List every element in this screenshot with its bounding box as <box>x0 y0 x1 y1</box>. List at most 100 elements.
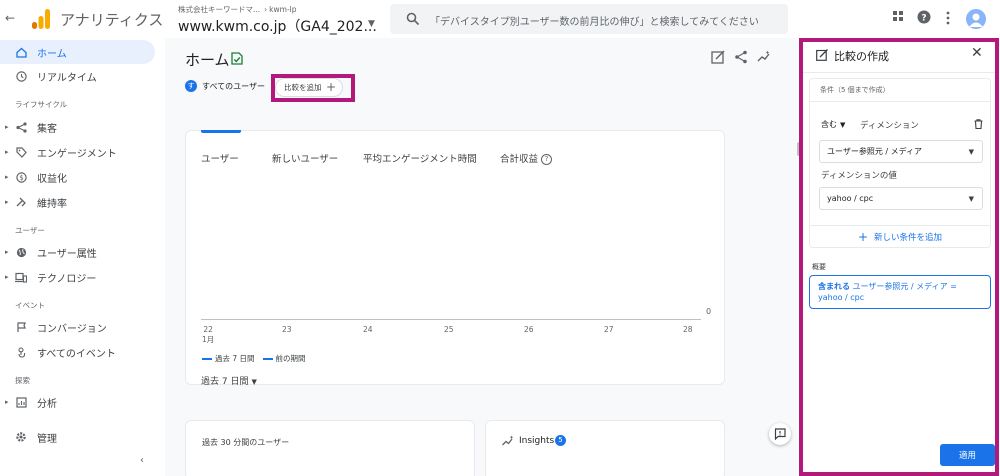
globe-icon <box>15 246 27 258</box>
trash-icon[interactable] <box>974 119 983 129</box>
metric-tab-revenue[interactable]: 合計収益? <box>500 151 553 165</box>
close-icon[interactable]: ✕ <box>971 45 983 61</box>
analysis-icon <box>15 396 27 408</box>
account-name: 株式会社キーワードマ... <box>178 5 261 14</box>
more-vert-icon[interactable] <box>945 11 951 25</box>
search-placeholder: 「デバイスタイプ別ユーザー数の前月比の伸び」と検索してみてください <box>430 17 759 28</box>
sidebar: ホーム リアルタイム ライフサイクル ▸ 集客 ▸ エンゲージメント ▸ $ 収… <box>0 38 165 476</box>
x-tick-23: 23 <box>282 325 292 334</box>
sidebar-item-demographics[interactable]: ▸ ユーザー属性 <box>0 240 155 264</box>
chart-baseline <box>201 319 701 320</box>
sidebar-item-acquisition[interactable]: ▸ 集客 <box>0 115 155 139</box>
help-icon[interactable]: ? <box>917 10 931 24</box>
collapse-sidebar-icon[interactable]: ‹ <box>140 455 144 466</box>
analytics-logo-icon <box>32 9 50 29</box>
main-content: ホーム す すべてのユーザー 比較を追加 + ユーザー 新しいユーザー 平均エン… <box>165 38 801 476</box>
overview-chart-card: ユーザー 新しいユーザー 平均エンゲージメント時間 合計収益? 0 22 1月 2… <box>185 130 725 387</box>
search-bar[interactable]: 「デバイスタイプ別ユーザー数の前月比の伸び」と検索してみてください <box>390 4 788 34</box>
property-selector[interactable]: www.kwm.co.jp（GA4_202... <box>178 16 377 36</box>
chevron-right-icon[interactable]: ▸ <box>5 398 9 406</box>
caret-down-icon: ▼ <box>968 195 974 203</box>
user-badge: す <box>185 80 197 92</box>
tag-icon <box>15 146 27 158</box>
top-bar: ← アナリティクス 株式会社キーワードマ... › kwm-lp www.kwm.c… <box>0 0 1000 38</box>
chevron-right-icon[interactable]: ▸ <box>5 248 9 256</box>
metric-tab-new-users[interactable]: 新しいユーザー <box>272 151 338 165</box>
sidebar-item-technology[interactable]: ▸ テクノロジー <box>0 265 155 289</box>
account-sub: kwm-lp <box>269 5 297 14</box>
home-icon <box>15 46 27 58</box>
add-condition-label: 新しい条件を追加 <box>874 233 943 243</box>
customize-report-icon[interactable] <box>711 50 725 64</box>
sidebar-section-lifecycle: ライフサイクル <box>15 100 68 109</box>
x-tick-24: 24 <box>363 325 373 334</box>
gear-icon <box>15 431 27 443</box>
sidebar-item-label: リアルタイム <box>37 72 97 84</box>
apps-grid-icon[interactable] <box>892 10 904 22</box>
touch-icon <box>15 346 27 358</box>
legend-current-label: 過去 7 日間 <box>215 354 255 363</box>
sidebar-item-label: コンバージョン <box>37 323 107 335</box>
chevron-down-icon[interactable]: ▼ <box>368 19 375 29</box>
caret-down-icon: ▼ <box>840 121 846 129</box>
sidebar-item-monetization[interactable]: ▸ $ 収益化 <box>0 165 155 189</box>
dimension-select[interactable]: ユーザー参照元 / メディア ▼ <box>819 140 983 163</box>
share-icon[interactable] <box>734 50 748 64</box>
create-comparison-panel: 比較の作成 ✕ 条件（5 個まで作成） 含む ▼ ディメンション ユーザー参照元 … <box>803 42 995 472</box>
chevron-right-icon[interactable]: ▸ <box>5 198 9 206</box>
help-icon[interactable]: ? <box>541 154 553 165</box>
chevron-right-icon[interactable]: ▸ <box>5 173 9 181</box>
sidebar-item-realtime[interactable]: リアルタイム <box>0 64 155 88</box>
chevron-right-icon[interactable]: ▸ <box>5 148 9 156</box>
apply-button[interactable]: 適用 <box>940 444 995 466</box>
back-arrow-icon[interactable]: ← <box>5 11 15 25</box>
page-title: ホーム <box>185 51 230 69</box>
avatar[interactable] <box>966 9 986 29</box>
add-comparison-button[interactable]: 比較を追加 + <box>275 78 343 97</box>
sidebar-item-analysis[interactable]: ▸ 分析 <box>0 390 155 414</box>
sidebar-item-admin[interactable]: 管理 <box>0 425 155 449</box>
sidebar-item-label: エンゲージメント <box>37 148 117 160</box>
divider <box>810 101 990 102</box>
sidebar-item-conversions[interactable]: コンバージョン <box>0 315 155 339</box>
insights-card: Insights 5 <box>485 420 725 476</box>
panel-divider <box>803 72 995 73</box>
active-tab-indicator <box>201 130 241 133</box>
add-comparison-label: 比較を追加 <box>284 83 322 92</box>
insights-sparkle-icon[interactable] <box>757 50 771 64</box>
x-tick-25: 25 <box>444 325 454 334</box>
apply-label: 適用 <box>958 451 976 461</box>
add-condition-button[interactable]: + 新しい条件を追加 <box>809 226 991 248</box>
sidebar-item-retention[interactable]: ▸ 維持率 <box>0 190 155 214</box>
x-tick-label: 22 <box>203 325 213 334</box>
sidebar-item-home[interactable]: ホーム <box>0 40 155 64</box>
include-exclude-select[interactable]: 含む ▼ <box>821 119 845 130</box>
account-breadcrumb[interactable]: 株式会社キーワードマ... › kwm-lp <box>178 4 297 15</box>
dimension-value-select[interactable]: yahoo / cpc ▼ <box>819 187 983 210</box>
chevron-right-icon[interactable]: ▸ <box>5 123 9 131</box>
app-root: ← アナリティクス 株式会社キーワードマ... › kwm-lp www.kwm.c… <box>0 0 1000 476</box>
chip-label: すべてのユーザー <box>202 81 265 91</box>
sidebar-item-all-events[interactable]: すべてのイベント <box>0 340 155 364</box>
feedback-icon <box>774 428 786 440</box>
legend-swatch-previous <box>262 357 273 360</box>
metric-tab-label: 合計収益 <box>500 154 539 165</box>
include-label: 含む <box>821 120 837 129</box>
app-title: アナリティクス <box>60 11 164 29</box>
metric-tab-users[interactable]: ユーザー <box>201 151 239 165</box>
search-icon <box>406 12 420 26</box>
sidebar-item-engagement[interactable]: ▸ エンゲージメント <box>0 140 155 164</box>
sidebar-item-label: 集客 <box>37 123 57 135</box>
sidebar-item-label: 維持率 <box>37 198 67 210</box>
feedback-button[interactable] <box>769 423 791 445</box>
clock-icon <box>15 70 27 82</box>
realtime-card-label: 過去 30 分間のユーザー <box>202 438 290 447</box>
comparison-chip-all-users[interactable]: す すべてのユーザー <box>185 80 265 92</box>
summary-keyword: 含まれる <box>818 282 850 291</box>
insights-count-badge: 5 <box>555 435 566 446</box>
date-range-selector[interactable]: 過去 7 日間 ▼ <box>201 374 257 387</box>
dimension-value-label: ディメンションの値 <box>821 171 897 181</box>
chevron-right-icon[interactable]: ▸ <box>5 273 9 281</box>
devices-icon <box>15 271 27 283</box>
metric-tab-engagement-time[interactable]: 平均エンゲージメント時間 <box>363 151 477 165</box>
